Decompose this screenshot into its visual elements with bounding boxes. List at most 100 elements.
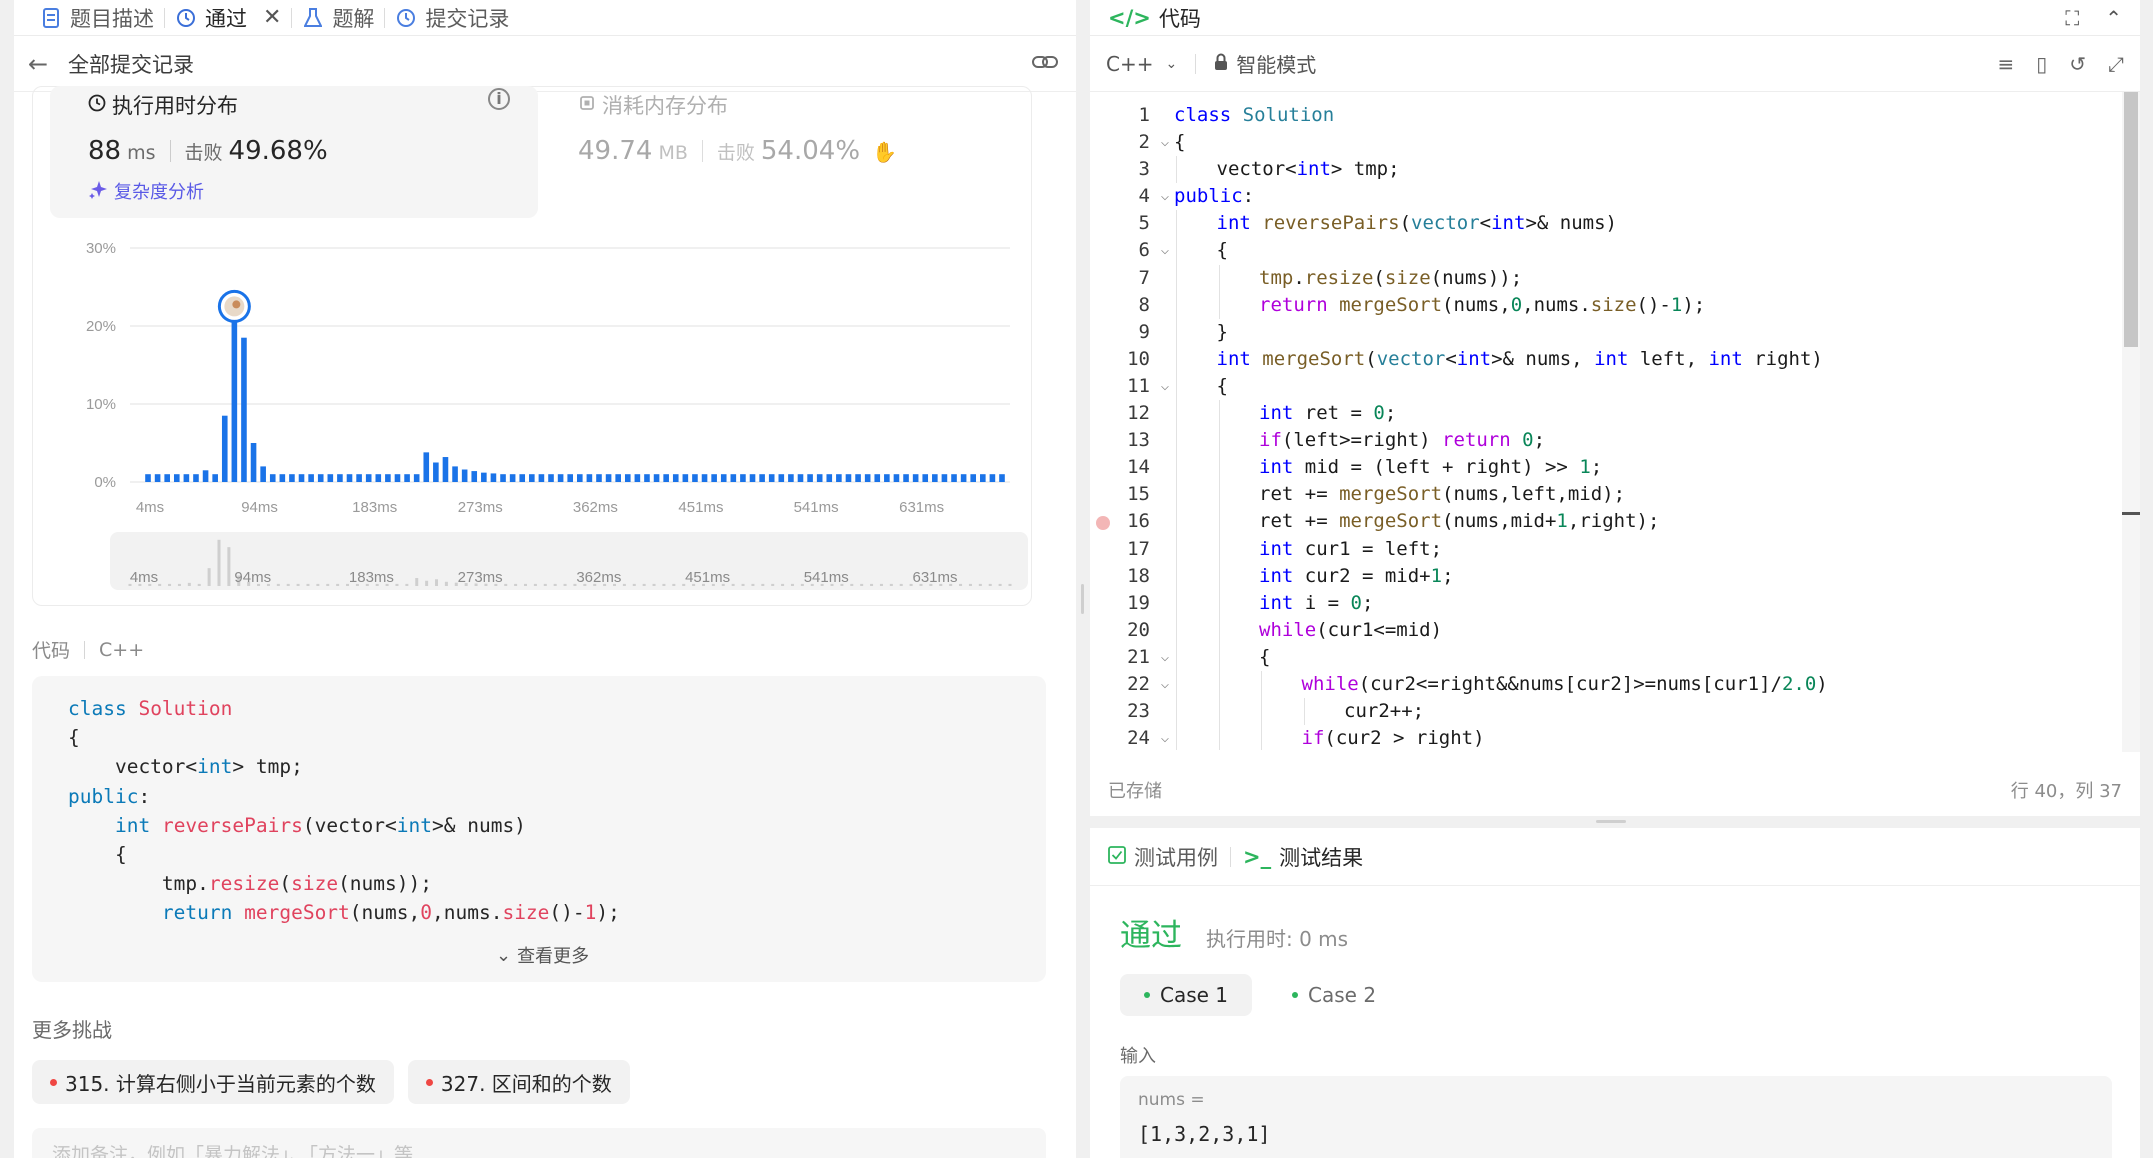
- distribution-bar[interactable]: [826, 474, 833, 482]
- distribution-bar[interactable]: [356, 474, 362, 482]
- distribution-bar[interactable]: [557, 474, 564, 482]
- distribution-bar[interactable]: [461, 469, 468, 482]
- expand-icon[interactable]: ⤢: [2108, 52, 2124, 76]
- distribution-bar[interactable]: [605, 474, 612, 482]
- distribution-bar[interactable]: [615, 474, 621, 482]
- distribution-bar[interactable]: [980, 474, 986, 482]
- tab-submissions[interactable]: 提交记录: [385, 0, 519, 36]
- fold-chevron-icon[interactable]: ⌵: [1156, 183, 1174, 210]
- distribution-bar[interactable]: [481, 472, 487, 482]
- distribution-bar[interactable]: [404, 474, 410, 482]
- back-arrow-icon[interactable]: ←: [28, 50, 54, 78]
- distribution-bar[interactable]: [941, 474, 948, 482]
- editor-line[interactable]: 12 int ret = 0;: [1090, 400, 2122, 428]
- language-select[interactable]: C++ ⌄: [1106, 52, 1177, 76]
- editor-line[interactable]: 1 class Solution: [1090, 102, 2122, 129]
- close-icon[interactable]: ✕: [263, 5, 281, 30]
- distribution-bar[interactable]: [423, 452, 430, 482]
- distribution-bar[interactable]: [682, 474, 689, 482]
- bookmark-icon[interactable]: ▯: [2036, 52, 2047, 76]
- distribution-bar[interactable]: [778, 474, 785, 482]
- distribution-bar[interactable]: [596, 474, 602, 482]
- editor-test-resizer[interactable]: [1090, 816, 2140, 828]
- distribution-bar[interactable]: [145, 474, 151, 482]
- distribution-bar[interactable]: [692, 474, 698, 482]
- user-position-avatar[interactable]: [217, 289, 251, 323]
- editor-line[interactable]: 4 ⌵ public:: [1090, 183, 2122, 210]
- distribution-bar[interactable]: [893, 474, 900, 482]
- editor-line[interactable]: 2 ⌵{: [1090, 129, 2122, 156]
- distribution-bar[interactable]: [768, 474, 775, 482]
- all-submissions-link[interactable]: 全部提交记录: [68, 49, 194, 79]
- show-more-button[interactable]: ⌄ 查看更多: [496, 942, 589, 968]
- resize-handle[interactable]: [1081, 584, 1084, 614]
- distribution-bar[interactable]: [740, 474, 746, 482]
- distribution-bar[interactable]: [221, 415, 228, 482]
- tab-testcases[interactable]: 测试用例: [1108, 842, 1218, 872]
- editor-line[interactable]: 11 ⌵ {: [1090, 372, 2122, 401]
- distribution-bar[interactable]: [836, 474, 842, 482]
- distribution-bar[interactable]: [241, 337, 247, 482]
- distribution-bar[interactable]: [922, 474, 929, 482]
- editor-line[interactable]: 20 while(cur1<=mid): [1090, 616, 2122, 644]
- distribution-bar[interactable]: [788, 474, 794, 482]
- distribution-bar[interactable]: [269, 474, 276, 482]
- distribution-bar[interactable]: [202, 470, 209, 482]
- distribution-bar[interactable]: [529, 474, 535, 482]
- distribution-bar[interactable]: [394, 474, 401, 482]
- chart-range-brush[interactable]: 4ms 94ms 183ms 273ms 362ms 451ms 541ms 631ms: [110, 532, 1028, 590]
- smart-mode-toggle[interactable]: 智能模式: [1214, 49, 1316, 78]
- distribution-bar[interactable]: [231, 310, 238, 482]
- distribution-bar[interactable]: [413, 474, 420, 482]
- distribution-bar[interactable]: [433, 462, 439, 483]
- editor-line[interactable]: 24 ⌵ if(cur2 > right): [1090, 725, 2122, 750]
- editor-line[interactable]: 7 tmp.resize(size(nums));: [1090, 264, 2122, 292]
- tab-test-result[interactable]: >_ 测试结果: [1243, 842, 1363, 872]
- distribution-bar[interactable]: [634, 474, 641, 482]
- editor-line[interactable]: 18 int cur2 = mid+1;: [1090, 562, 2122, 590]
- distribution-bar[interactable]: [932, 474, 938, 482]
- editor-line[interactable]: 9}: [1090, 318, 2122, 346]
- distribution-bar[interactable]: [644, 474, 650, 482]
- distribution-bar[interactable]: [442, 457, 449, 482]
- distribution-bar[interactable]: [855, 474, 861, 482]
- distribution-bar[interactable]: [999, 474, 1005, 482]
- distribution-bar[interactable]: [183, 474, 190, 482]
- distribution-bar[interactable]: [816, 474, 823, 482]
- distribution-bar[interactable]: [327, 474, 334, 482]
- complexity-analysis-button[interactable]: 复杂度分析: [88, 178, 204, 204]
- editor-line[interactable]: 15 ret += mergeSort(nums,left,mid);: [1090, 481, 2122, 509]
- distribution-bar[interactable]: [298, 474, 305, 482]
- distribution-bar[interactable]: [365, 474, 372, 482]
- editor-scrollbar[interactable]: [2122, 92, 2140, 752]
- distribution-bar[interactable]: [212, 474, 218, 482]
- distribution-bar[interactable]: [260, 466, 266, 482]
- distribution-bar[interactable]: [308, 474, 314, 482]
- challenge-chip[interactable]: 315. 计算右侧小于当前元素的个数: [32, 1060, 394, 1104]
- distribution-bar[interactable]: [912, 474, 919, 482]
- tab-description[interactable]: 题目描述: [30, 0, 164, 36]
- distribution-bar[interactable]: [490, 473, 497, 482]
- distribution-bar[interactable]: [586, 474, 593, 482]
- distribution-bar[interactable]: [576, 474, 583, 482]
- distribution-bar[interactable]: [289, 474, 295, 482]
- distribution-bar[interactable]: [250, 443, 257, 482]
- scrollbar-thumb[interactable]: [2124, 92, 2138, 347]
- editor-line[interactable]: 8 return mergeSort(nums,0,nums.size()-1);: [1090, 291, 2122, 319]
- tab-solutions[interactable]: 题解: [292, 0, 384, 36]
- distribution-bar[interactable]: [663, 474, 669, 482]
- editor-line[interactable]: 10 int mergeSort(vector<int>& nums, int l…: [1090, 345, 2122, 373]
- distribution-bar[interactable]: [903, 474, 909, 482]
- case-tab[interactable]: Case 2: [1268, 974, 1400, 1016]
- distribution-bar[interactable]: [653, 474, 660, 482]
- editor-line[interactable]: 3 vector<int> tmp;: [1090, 156, 2122, 184]
- editor-line[interactable]: 14 int mid = (left + right) >> 1;: [1090, 454, 2122, 482]
- fold-chevron-icon[interactable]: ⌵: [1156, 237, 1174, 264]
- editor-line[interactable]: 19 int i = 0;: [1090, 589, 2122, 617]
- note-input[interactable]: 添加备注，例如「暴力解法」、「方法一」等: [32, 1128, 1046, 1158]
- distribution-bar[interactable]: [711, 474, 717, 482]
- distribution-bar[interactable]: [471, 471, 478, 482]
- distribution-bar[interactable]: [538, 474, 545, 482]
- code-editor[interactable]: 1 class Solution 2 ⌵{3 vector<int> tmp; 4 ⌵ pub…: [1090, 102, 2122, 750]
- distribution-bar[interactable]: [452, 466, 458, 482]
